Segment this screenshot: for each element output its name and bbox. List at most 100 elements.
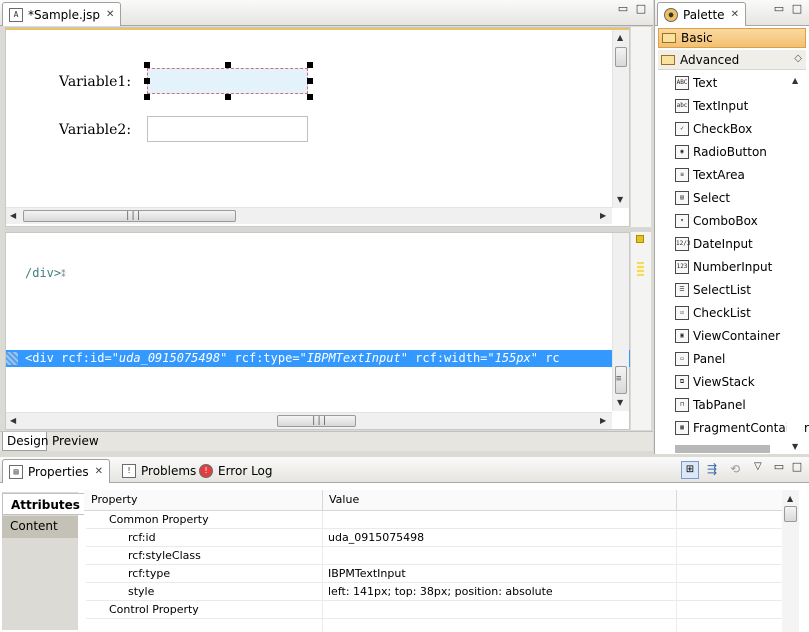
occurrence-marker-icon[interactable] [637,262,644,276]
scroll-thumb[interactable] [784,506,797,522]
tab-sample-jsp[interactable]: A *Sample.jsp ✕ [2,2,122,26]
palette-drawer-basic-label: Basic [681,31,713,45]
design-vertical-scrollbar[interactable]: ▲ ▼ [612,30,629,208]
palette-item[interactable]: ☰ SelectList [675,281,751,299]
warning-marker-icon[interactable] [636,235,644,243]
maximize-icon[interactable]: □ [791,461,803,474]
variable2-input[interactable] [147,116,308,142]
palette-drawer-advanced[interactable]: Advanced ◇ [658,50,806,70]
selection-handle[interactable] [307,78,313,84]
selection-handle[interactable] [307,94,313,100]
property-name: Common Property [109,513,209,526]
side-tab-attributes[interactable]: Attributes [2,493,84,515]
palette-item[interactable]: ⧉ ViewStack [675,373,755,391]
scroll-up-icon[interactable]: ▲ [792,77,798,85]
property-name: Control Property [109,603,199,616]
minimize-icon[interactable]: ▭ [617,3,629,16]
column-header-value[interactable]: Value [329,493,359,506]
property-value[interactable]: left: 141px; top: 38px; position: absolu… [328,585,553,598]
palette-item-icon: 12/3 [675,237,690,251]
minimize-icon[interactable]: ▭ [773,3,785,16]
selection-handle[interactable] [144,94,150,100]
table-row[interactable]: Common Property [86,511,782,529]
side-tab-content[interactable]: Content [2,516,78,538]
palette-item[interactable]: abc TextInput [675,97,748,115]
source-tag: <div rcf:id= [25,351,112,365]
table-row[interactable]: style left: 141px; top: 38px; position: a… [86,583,782,601]
pin-icon[interactable]: ◇ [794,53,802,64]
scroll-thumb[interactable] [615,47,627,67]
scroll-down-icon[interactable]: ▼ [617,399,623,407]
scroll-up-icon[interactable]: ▲ [617,34,623,42]
scroll-right-icon[interactable]: ▶ [600,212,606,220]
palette-item-partial[interactable] [675,445,770,453]
table-row[interactable]: rcf:type IBPMTextInput [86,565,782,583]
palette-item-label: Select [693,191,731,205]
property-value[interactable]: uda_0915075498 [328,531,424,544]
scroll-up-icon[interactable]: ▲ [787,495,793,503]
maximize-icon[interactable]: □ [635,3,647,16]
tab-palette[interactable]: ● Palette ✕ [657,2,746,26]
tab-properties[interactable]: ▤ Properties ✕ [2,459,111,483]
scroll-down-icon[interactable]: ▼ [792,443,798,451]
palette-item[interactable]: ▣ ViewContainer [675,327,780,345]
selection-handle[interactable] [144,62,150,68]
source-attr: rcf:width= [407,351,488,365]
column-header-property[interactable]: Property [91,493,138,506]
close-icon[interactable]: ✕ [106,9,114,20]
palette-item-icon: ▤ [675,191,689,205]
source-vertical-scrollbar[interactable]: ≡ ▼ [612,233,629,411]
variable2-label: Variable2: [59,122,132,138]
source-horizontal-scrollbar[interactable]: ◀ ||| ▶ [6,412,612,429]
design-horizontal-scrollbar[interactable]: ◀ ||| ▶ [6,207,612,224]
tab-error-log[interactable]: ! Error Log [193,459,279,483]
palette-item[interactable]: ABC Text [675,74,717,92]
variable1-label: Variable1: [59,74,132,90]
close-icon[interactable]: ✕ [731,9,739,20]
palette-drawer-basic[interactable]: Basic [658,28,806,48]
property-value[interactable]: IBPMTextInput [328,567,406,580]
scroll-down-icon[interactable]: ▼ [617,196,623,204]
palette-item[interactable]: 123 NumberInput [675,258,772,276]
source-editor[interactable]: /div>⁑ <div rcf:id="uda_0915075498" rcf:… [5,232,630,430]
palette-item[interactable]: ▾ ComboBox [675,212,758,230]
palette-vertical-scrollbar[interactable]: ▲ ▼ [787,73,804,453]
properties-vertical-scrollbar[interactable]: ▲ [782,490,799,632]
palette-item[interactable]: ✓ CheckBox [675,120,752,138]
source-value: "155px" [487,351,538,365]
selection-handle[interactable] [307,62,313,68]
scroll-right-icon[interactable]: ▶ [600,417,606,425]
palette-item-label: NumberInput [693,260,773,274]
palette-item[interactable]: 12/3 DateInput [675,235,753,253]
palette-item[interactable]: ▭ Panel [675,350,725,368]
view-menu-icon[interactable]: ▽ [754,461,762,472]
table-row[interactable]: rcf:id uda_0915075498 [86,529,782,547]
palette-item[interactable]: ≡ TextArea [675,166,745,184]
tab-problems[interactable]: ! Problems [116,459,202,483]
palette-item[interactable]: ▤ Select [675,189,730,207]
close-icon[interactable]: ✕ [95,466,103,477]
minimize-icon[interactable]: ▭ [773,461,785,474]
palette-item-icon: ⧉ [675,375,689,389]
scroll-left-icon[interactable]: ◀ [10,417,16,425]
show-categories-icon[interactable]: ⊞ [681,461,699,479]
show-advanced-icon[interactable]: ⇶ [707,462,717,476]
palette-item[interactable]: ◉ RadioButton [675,143,767,161]
tab-preview[interactable]: Preview [48,433,103,451]
tab-design[interactable]: Design [2,432,48,451]
maximize-icon[interactable]: □ [791,3,803,16]
palette-item[interactable]: ⊓ TabPanel [675,396,746,414]
variable1-input[interactable] [147,68,308,94]
selection-handle[interactable] [144,78,150,84]
palette-item-label: ViewContainer [693,329,781,343]
tab-properties-label: Properties [28,464,89,479]
table-row[interactable]: Control Property [86,601,782,619]
scroll-left-icon[interactable]: ◀ [10,212,16,220]
selection-handle[interactable] [225,94,231,100]
column-divider [322,490,323,511]
selection-handle[interactable] [225,62,231,68]
design-canvas[interactable]: Variable1: Variable2: ▲ ▼ ◀ ||| ▶ [5,27,630,227]
palette-item[interactable]: ☑ CheckList [675,304,751,322]
table-row[interactable]: rcf:styleClass [86,547,782,565]
restore-default-icon[interactable]: ⟲ [730,462,740,476]
